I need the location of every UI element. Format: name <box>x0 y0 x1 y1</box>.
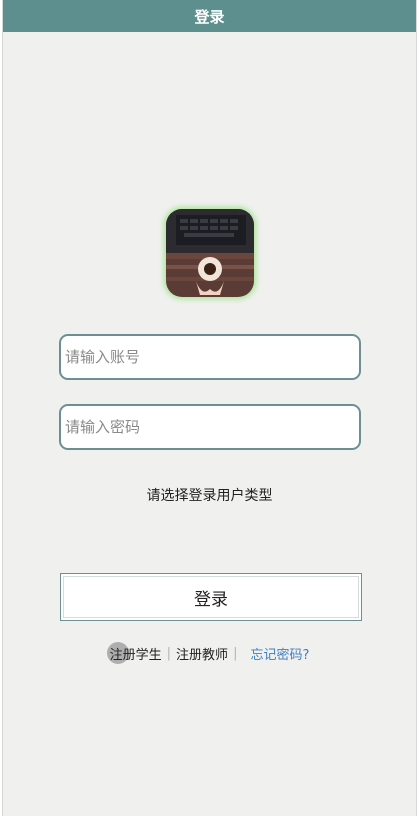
page-header: 登录 <box>3 0 416 32</box>
register-student-link[interactable]: 注册学生 <box>110 644 162 663</box>
app-frame: 登录 请选择登录用户类型 <box>2 0 417 816</box>
avatar <box>166 209 254 297</box>
password-field[interactable] <box>59 404 361 450</box>
login-button[interactable]: 登录 <box>60 573 362 621</box>
footer-links: 注册学生 | 注册教师 | 忘记密码? <box>3 644 416 663</box>
avatar-photo-icon <box>166 209 254 297</box>
link-separator: | <box>233 646 238 661</box>
register-teacher-link[interactable]: 注册教师 <box>176 644 228 663</box>
account-field[interactable] <box>59 334 361 380</box>
account-input[interactable] <box>63 347 357 367</box>
forgot-password-link[interactable]: 忘记密码? <box>250 644 309 663</box>
user-type-selector[interactable]: 请选择登录用户类型 <box>3 485 416 505</box>
link-separator: | <box>166 646 172 661</box>
page-title: 登录 <box>194 7 225 26</box>
password-input[interactable] <box>63 417 357 437</box>
